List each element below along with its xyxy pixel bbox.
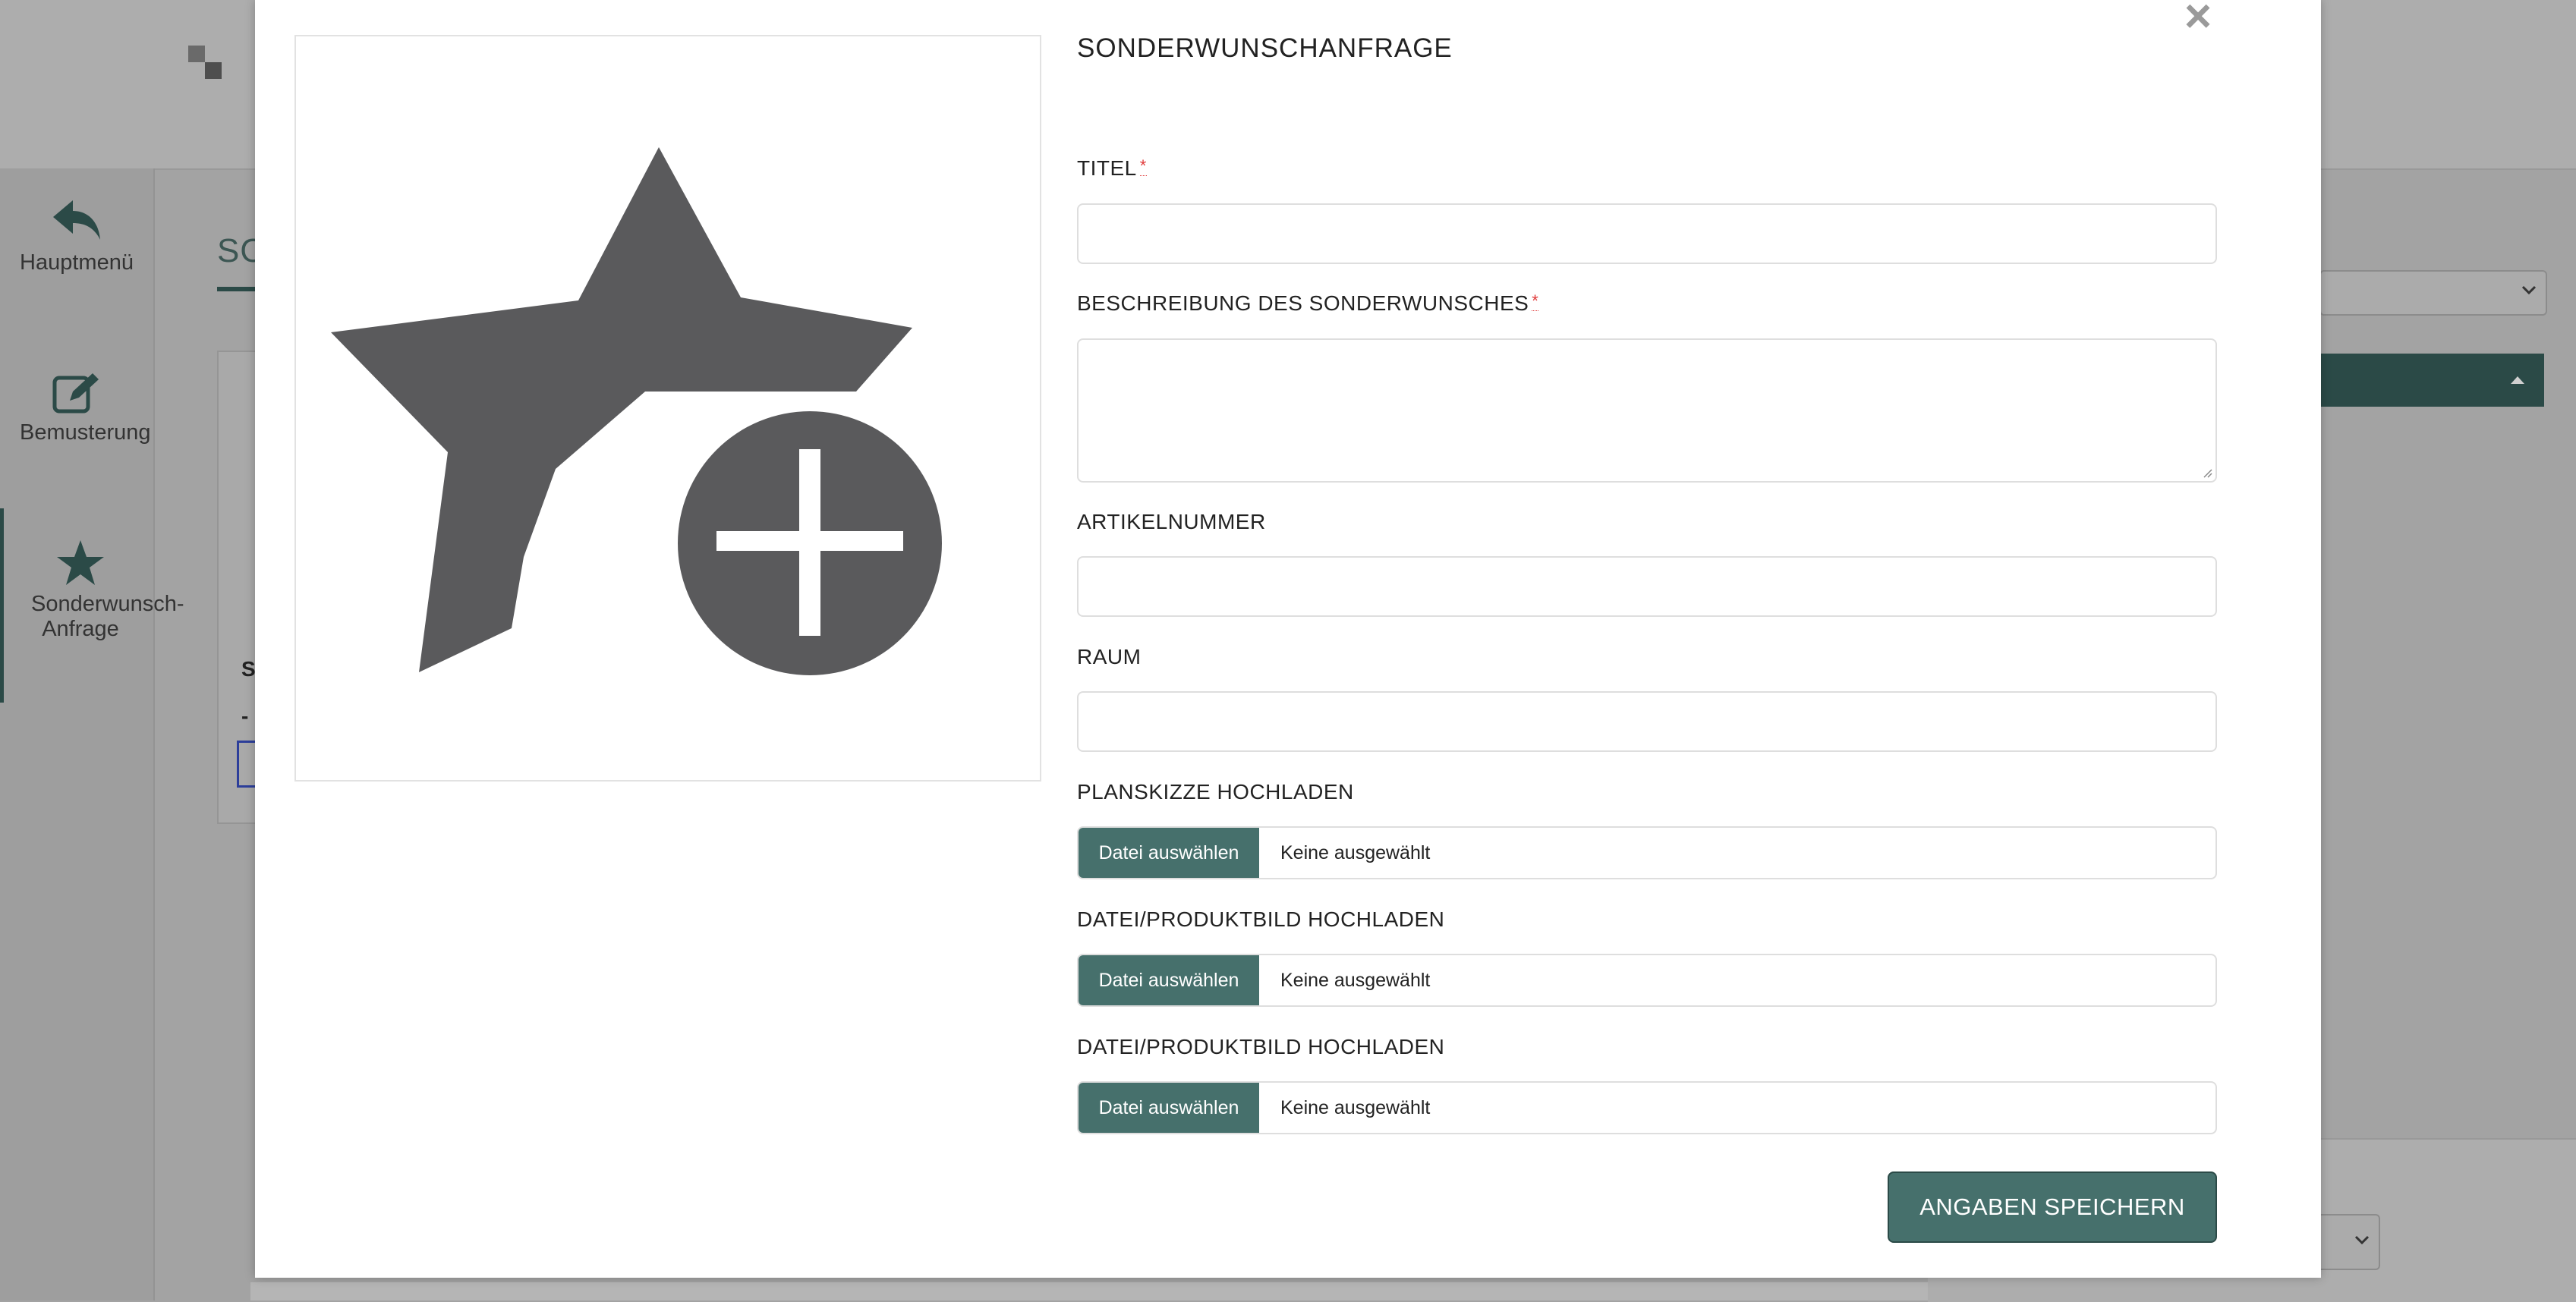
- produktbild-label-1: DATEI/PRODUKTBILD HOCHLADEN: [1077, 907, 1445, 931]
- resize-handle-icon[interactable]: [2202, 467, 2212, 478]
- raum-label: RAUM: [1077, 645, 1142, 668]
- logo: [188, 46, 222, 79]
- titel-input[interactable]: [1077, 203, 2217, 264]
- modal-title: SONDERWUNSCHANFRAGE: [1077, 33, 1453, 63]
- card-dash: -: [241, 704, 249, 728]
- file-status: Keine ausgewählt: [1280, 842, 1431, 863]
- save-button[interactable]: ANGABEN SPEICHERN: [1888, 1171, 2217, 1243]
- sidebar-item-hauptmenu[interactable]: Hauptmenü: [0, 197, 153, 275]
- file-select-button[interactable]: Datei auswählen: [1079, 955, 1259, 1005]
- caret-up-icon: [2511, 376, 2524, 384]
- chevron-down-icon: [2354, 1235, 2370, 1245]
- beschreibung-textarea[interactable]: [1077, 338, 2217, 483]
- planskizze-label: PLANSKIZZE HOCHLADEN: [1077, 780, 1354, 804]
- reply-arrow-icon: [53, 200, 100, 240]
- required-mark: *: [1532, 291, 1539, 311]
- sidebar-item-sonderwunsch[interactable]: Sonderwunsch-Anfrage: [0, 508, 184, 703]
- produktbild-file-input-1[interactable]: Datei auswählen Keine ausgewählt: [1077, 954, 2217, 1007]
- titel-label: TITEL *: [1077, 156, 1147, 180]
- artikelnummer-input[interactable]: [1077, 556, 2217, 617]
- raum-input[interactable]: [1077, 691, 2217, 752]
- sidebar-item-label: Hauptmenü: [20, 250, 134, 275]
- star-icon: [57, 540, 104, 585]
- produktbild-file-input-2[interactable]: Datei auswählen Keine ausgewählt: [1077, 1081, 2217, 1134]
- file-select-button[interactable]: Datei auswählen: [1079, 1083, 1259, 1133]
- star-plus-icon: [331, 147, 953, 686]
- chevron-down-icon: [2521, 285, 2537, 295]
- beschreibung-label: BESCHREIBUNG DES SONDERWUNSCHES *: [1077, 291, 1539, 315]
- sidebar-item-label: Bemusterung: [20, 420, 151, 445]
- artikelnummer-label: ARTIKELNUMMER: [1077, 510, 1266, 533]
- file-status: Keine ausgewählt: [1280, 1097, 1431, 1118]
- edit-icon: [52, 373, 99, 414]
- sidebar-item-bemusterung[interactable]: Bemusterung: [0, 370, 153, 445]
- planskizze-file-input[interactable]: Datei auswählen Keine ausgewählt: [1077, 826, 2217, 879]
- close-button[interactable]: ×: [2175, 0, 2221, 40]
- required-mark: *: [1139, 156, 1147, 176]
- sidebar: Hauptmenü Bemusterung Sonderwunsch-Anfra…: [0, 168, 184, 1300]
- footer-strip: [250, 1282, 1928, 1300]
- file-status: Keine ausgewählt: [1280, 970, 1431, 991]
- file-select-button[interactable]: Datei auswählen: [1079, 828, 1259, 878]
- image-preview: [294, 35, 1041, 782]
- produktbild-label-2: DATEI/PRODUKTBILD HOCHLADEN: [1077, 1035, 1445, 1058]
- card-text: S: [241, 657, 256, 681]
- accordion-header[interactable]: [2319, 354, 2544, 407]
- sidebar-item-label: Sonderwunsch-Anfrage: [31, 592, 184, 641]
- filter-select[interactable]: [2319, 270, 2547, 316]
- title-underline: [217, 287, 255, 291]
